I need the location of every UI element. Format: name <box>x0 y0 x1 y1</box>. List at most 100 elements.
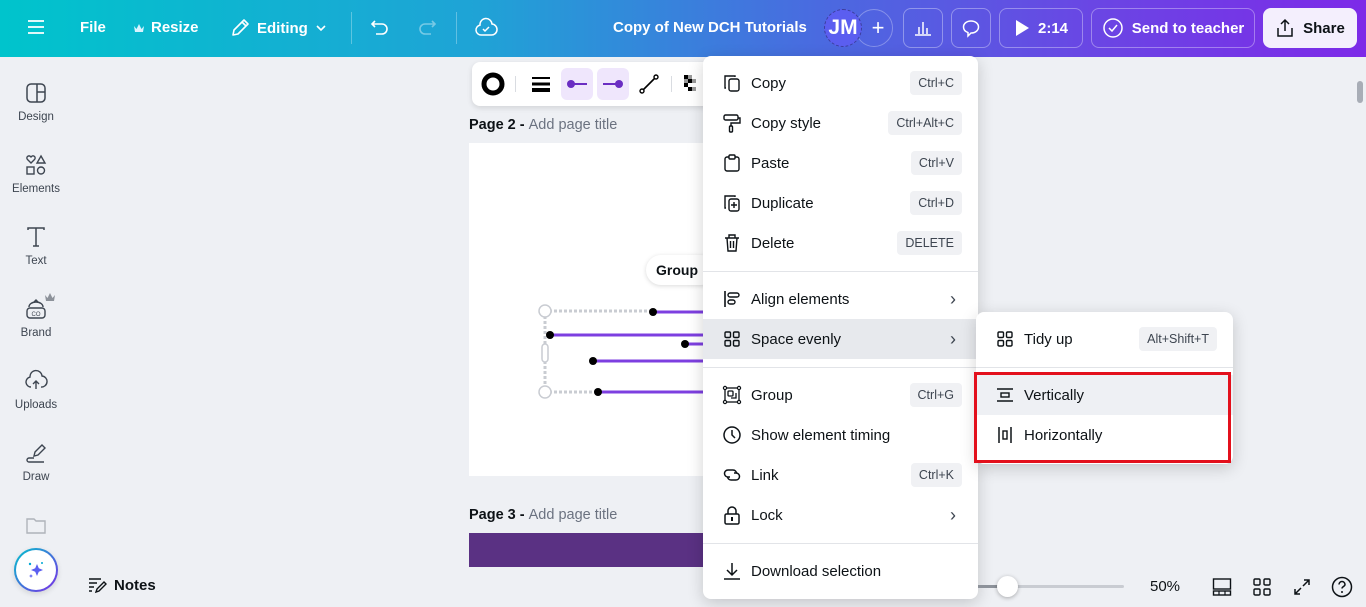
top-bar: File Resize Editing Copy of New DCH Tuto… <box>0 0 1366 57</box>
cloud-save-status[interactable] <box>474 17 498 39</box>
transparency-icon <box>684 75 696 91</box>
menu-item-delete[interactable]: Delete DELETE <box>703 223 978 263</box>
main-menu-button[interactable] <box>26 17 46 37</box>
draw-icon <box>26 444 46 463</box>
menu-item-label: Show element timing <box>751 426 891 444</box>
redo-button[interactable] <box>416 17 438 39</box>
menu-item-download-selection[interactable]: Download selection <box>703 551 978 591</box>
page-2-canvas[interactable] <box>469 143 709 476</box>
page-3-canvas[interactable] <box>469 533 709 567</box>
present-button[interactable]: 2:14 <box>999 8 1083 48</box>
sidebar-item-uploads[interactable]: Uploads <box>0 369 72 411</box>
undo-button[interactable] <box>369 17 391 39</box>
menu-item-align-elements[interactable]: Align elements › <box>703 279 978 319</box>
help-button[interactable] <box>1331 576 1353 598</box>
sidebar-item-projects[interactable] <box>0 513 72 537</box>
menu-item-label: Paste <box>751 154 790 172</box>
insights-button[interactable] <box>903 8 943 48</box>
menu-item-label: Vertically <box>1024 386 1085 404</box>
copy-icon <box>724 75 740 92</box>
comments-button[interactable] <box>951 8 991 48</box>
file-menu[interactable]: File <box>80 19 106 36</box>
page-number-label: Page 3 - <box>469 507 529 523</box>
fullscreen-button[interactable] <box>1291 576 1313 598</box>
grid-view-icon <box>1253 578 1271 596</box>
document-title[interactable]: Copy of New DCH Tutorials <box>613 19 807 36</box>
crown-icon <box>45 293 55 301</box>
menu-item-duplicate[interactable]: Duplicate Ctrl+D <box>703 183 978 223</box>
page-thumbnails-icon <box>1212 578 1232 596</box>
notes-icon <box>89 578 107 594</box>
menu-item-paste[interactable]: Paste Ctrl+V <box>703 143 978 183</box>
notes-label: Notes <box>114 576 156 594</box>
page-thumbnails-button[interactable] <box>1211 576 1233 598</box>
selected-lines-group[interactable] <box>469 143 709 476</box>
resize-handle[interactable] <box>538 304 552 318</box>
elements-icon <box>26 154 47 175</box>
editing-mode-dropdown[interactable]: Editing <box>229 17 328 39</box>
avatar-initials: JM <box>828 16 858 39</box>
vertical-scrollbar[interactable] <box>1357 81 1363 103</box>
divider <box>515 76 516 92</box>
sidebar-item-label: Uploads <box>14 399 58 411</box>
line-endpoint[interactable] <box>594 388 602 396</box>
line-endpoint[interactable] <box>649 308 657 316</box>
color-ring-icon <box>481 72 505 96</box>
trash-icon <box>725 234 739 252</box>
line-endpoint[interactable] <box>589 357 597 365</box>
sidebar-item-design[interactable]: Design <box>0 81 72 123</box>
zoom-slider-thumb[interactable] <box>997 576 1019 597</box>
resize-handle[interactable] <box>541 343 549 363</box>
page-3-title[interactable]: Page 3 - Add page title <box>469 507 617 523</box>
menu-item-label: Copy <box>751 74 787 92</box>
menu-item-copy[interactable]: Copy Ctrl+C <box>703 63 978 103</box>
line-endpoint[interactable] <box>546 331 554 339</box>
notes-button[interactable]: Notes <box>88 576 156 594</box>
sidebar-item-text[interactable]: Text <box>0 225 72 267</box>
element-toolbar <box>472 62 712 106</box>
sidebar-item-brand[interactable]: CO Brand <box>0 293 72 339</box>
chevron-right-icon: › <box>950 288 956 309</box>
menu-item-space-evenly[interactable]: Space evenly › <box>703 319 978 359</box>
submenu-item-horizontally[interactable]: Horizontally <box>976 415 1233 455</box>
duplicate-icon <box>724 195 740 212</box>
menu-item-show-element-timing[interactable]: Show element timing <box>703 415 978 455</box>
page-number-label: Page 2 - <box>469 117 529 133</box>
line-color-button[interactable] <box>477 68 509 100</box>
magic-assistant-button[interactable] <box>14 548 58 592</box>
line-start-button[interactable] <box>561 68 593 100</box>
menu-item-link[interactable]: Link Ctrl+K <box>703 455 978 495</box>
share-button[interactable]: Share <box>1263 8 1357 48</box>
pencil-icon <box>232 19 249 36</box>
sidebar-item-elements[interactable]: Elements <box>0 153 72 195</box>
design-icon <box>26 83 46 103</box>
resize-handle[interactable] <box>538 385 552 399</box>
space-horizontal-icon <box>998 427 1012 443</box>
page-title-placeholder[interactable]: Add page title <box>529 117 618 133</box>
menu-item-label: Align elements <box>751 290 850 308</box>
menu-divider <box>703 271 978 272</box>
line-weight-button[interactable] <box>525 68 557 100</box>
page-2-title[interactable]: Page 2 - Add page title <box>469 117 617 133</box>
menu-item-copy-style[interactable]: Copy style Ctrl+Alt+C <box>703 103 978 143</box>
menu-item-lock[interactable]: Lock › <box>703 495 978 535</box>
sidebar-item-draw[interactable]: Draw <box>0 441 72 483</box>
zoom-percent[interactable]: 50% <box>1150 578 1180 595</box>
submenu-item-vertically[interactable]: Vertically <box>976 375 1233 415</box>
shortcut-badge: Alt+Shift+T <box>1139 327 1217 351</box>
divider <box>671 76 672 92</box>
grid-view-button[interactable] <box>1251 576 1273 598</box>
send-to-teacher-button[interactable]: Send to teacher <box>1091 8 1255 48</box>
line-endpoint[interactable] <box>681 340 689 348</box>
page-title-placeholder[interactable]: Add page title <box>529 507 618 523</box>
clock-icon <box>723 426 741 444</box>
share-upload-icon <box>1277 18 1293 37</box>
line-style-button[interactable] <box>633 68 665 100</box>
plus-icon: + <box>871 15 885 40</box>
avatar[interactable]: JM <box>824 9 862 47</box>
submenu-item-tidy-up[interactable]: Tidy up Alt+Shift+T <box>976 319 1233 359</box>
resize-button[interactable]: Resize <box>133 19 199 36</box>
menu-item-label: Copy style <box>751 114 822 132</box>
line-end-button[interactable] <box>597 68 629 100</box>
menu-item-group[interactable]: Group Ctrl+G <box>703 375 978 415</box>
